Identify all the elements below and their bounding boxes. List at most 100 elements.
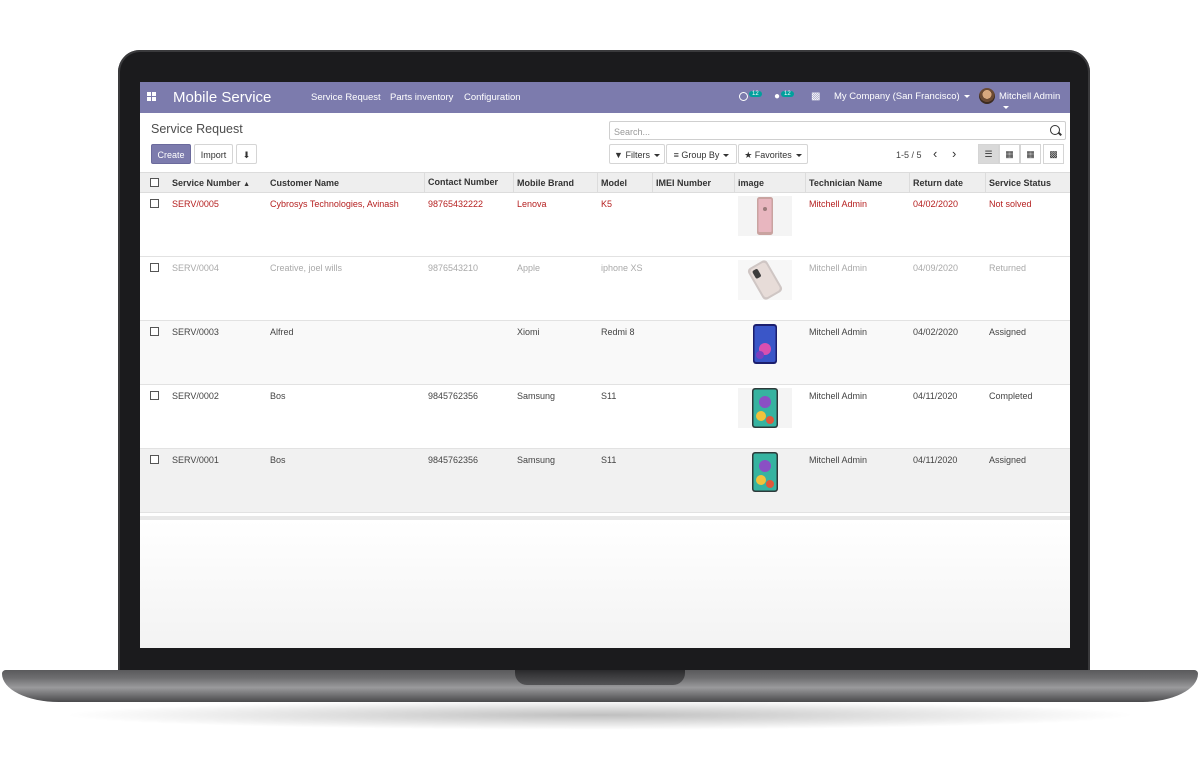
user-menu[interactable]: Mitchell Admin: [999, 91, 1070, 113]
phone-samsung-icon: [738, 388, 792, 428]
select-all-checkbox[interactable]: [150, 178, 159, 187]
app-brand[interactable]: Mobile Service: [173, 89, 271, 106]
list-view-icon[interactable]: ☰: [978, 144, 999, 164]
groupby-button[interactable]: ≡ Group By: [666, 144, 737, 164]
groupby-label: Group By: [681, 150, 720, 160]
cell-return-date: 04/02/2020: [913, 199, 959, 209]
search-bar: [609, 121, 1066, 141]
filter-icon: ▼: [614, 150, 623, 160]
column-model[interactable]: Model: [601, 178, 627, 188]
row-checkbox[interactable]: [150, 199, 159, 208]
cell-mobile-brand: Xiomi: [517, 327, 540, 337]
cell-service-status: Assigned: [989, 455, 1027, 465]
favorites-button[interactable]: ★ Favorites: [738, 144, 808, 164]
filters-label: Filters: [625, 150, 650, 160]
column-service-status[interactable]: Service Status: [989, 178, 1051, 188]
column-imei-number[interactable]: IMEI Number: [656, 178, 711, 188]
empty-list-area: [140, 520, 1070, 648]
table-row[interactable]: SERV/0001 Bos 9845762356 Samsung S11 Mit…: [140, 449, 1070, 513]
search-input[interactable]: [610, 123, 1038, 141]
create-button[interactable]: Create: [151, 144, 191, 164]
table-row[interactable]: SERV/0004 Creative, joel wills 987654321…: [140, 257, 1070, 321]
cell-technician-name: Mitchell Admin: [809, 263, 868, 273]
cell-model: K5: [601, 199, 613, 209]
user-avatar[interactable]: [979, 88, 995, 104]
cell-return-date: 04/09/2020: [913, 263, 959, 273]
cell-mobile-brand: Lenova: [517, 199, 547, 209]
activity-button[interactable]: 12: [739, 91, 762, 102]
company-switcher[interactable]: My Company (San Francisco): [834, 91, 970, 102]
row-checkbox[interactable]: [150, 327, 159, 336]
apps-menu-icon[interactable]: [147, 92, 157, 102]
table-header: Service Number ▲ Customer Name Contact N…: [140, 172, 1070, 193]
phone-samsung-icon: [738, 452, 792, 492]
kanban-view-icon[interactable]: ▦: [999, 144, 1020, 164]
cell-contact-number: 9845762356: [428, 455, 479, 465]
cell-technician-name: Mitchell Admin: [809, 199, 868, 209]
cell-customer-name: Alfred: [270, 327, 294, 337]
column-image[interactable]: image: [738, 178, 764, 188]
cell-contact-number: 9845762356: [428, 391, 479, 401]
table-row[interactable]: SERV/0003 Alfred Xiomi Redmi 8 Mitchell …: [140, 321, 1070, 385]
column-mobile-brand[interactable]: Mobile Brand: [517, 178, 574, 188]
cell-model: S11: [601, 455, 617, 465]
clock-icon: [739, 91, 748, 101]
cell-mobile-brand: Samsung: [517, 455, 556, 465]
pager-value[interactable]: 1-5 / 5: [896, 150, 922, 160]
column-customer-name[interactable]: Customer Name: [270, 178, 339, 188]
caret-down-icon: [653, 154, 660, 158]
cell-service-status: Completed: [989, 391, 1033, 401]
messages-button[interactable]: ● 12: [774, 91, 794, 102]
favorites-label: Favorites: [754, 150, 792, 160]
menu-service-request[interactable]: Service Request: [311, 92, 381, 103]
cell-service-number: SERV/0004: [172, 263, 219, 273]
cell-mobile-brand: Apple: [517, 263, 541, 273]
cell-service-status: Returned: [989, 263, 1027, 273]
cell-contact-number: 98765432222: [428, 199, 484, 209]
phone-pink-icon: [738, 196, 792, 236]
table-row[interactable]: SERV/0002 Bos 9845762356 Samsung S11 Mit…: [140, 385, 1070, 449]
gift-icon[interactable]: ▩: [811, 91, 820, 102]
page-title: Service Request: [151, 122, 243, 136]
company-name: My Company (San Francisco): [834, 91, 960, 102]
user-name: Mitchell Admin: [999, 91, 1061, 102]
graph-view-icon[interactable]: ▩: [1043, 144, 1064, 164]
cell-technician-name: Mitchell Admin: [809, 327, 868, 337]
cell-technician-name: Mitchell Admin: [809, 391, 868, 401]
column-technician-name[interactable]: Technician Name: [809, 178, 882, 188]
cell-model: S11: [601, 391, 617, 401]
cell-return-date: 04/11/2020: [913, 455, 958, 465]
filters-button[interactable]: ▼ Filters: [609, 144, 665, 164]
laptop-shadow: [60, 700, 1140, 730]
cell-service-number: SERV/0002: [172, 391, 219, 401]
cell-contact-number: 9876543210: [428, 263, 479, 273]
row-checkbox[interactable]: [150, 391, 159, 400]
download-button[interactable]: ⬇: [236, 144, 257, 164]
cell-service-number: SERV/0001: [172, 455, 219, 465]
caret-down-icon: [963, 94, 970, 98]
caret-down-icon: [795, 154, 802, 158]
phone-iphone-icon: [738, 260, 792, 300]
phone-blue-icon: [738, 324, 792, 364]
cell-service-status: Not solved: [989, 199, 1032, 209]
pager-previous-icon[interactable]: ‹: [933, 146, 937, 161]
search-icon[interactable]: [1050, 125, 1060, 135]
menu-configuration[interactable]: Configuration: [464, 92, 521, 103]
app-screen: Mobile Service Service Request Parts inv…: [140, 82, 1070, 648]
pager-next-icon[interactable]: ›: [952, 146, 956, 161]
import-button[interactable]: Import: [194, 144, 233, 164]
column-contact-number[interactable]: Contact Number: [428, 177, 498, 187]
activity-badge: 12: [749, 91, 762, 97]
row-checkbox[interactable]: [150, 263, 159, 272]
table-row[interactable]: SERV/0005 Cybrosys Technologies, Avinash…: [140, 193, 1070, 257]
column-service-number[interactable]: Service Number ▲: [172, 178, 250, 188]
cell-technician-name: Mitchell Admin: [809, 455, 868, 465]
cell-model: Redmi 8: [601, 327, 635, 337]
grid-view-icon[interactable]: ▦: [1020, 144, 1041, 164]
cell-customer-name: Bos: [270, 391, 286, 401]
menu-parts-inventory[interactable]: Parts inventory: [390, 92, 453, 103]
download-icon: ⬇: [242, 150, 251, 160]
row-checkbox[interactable]: [150, 455, 159, 464]
messages-badge: 12: [781, 91, 794, 97]
column-return-date[interactable]: Return date: [913, 178, 963, 188]
